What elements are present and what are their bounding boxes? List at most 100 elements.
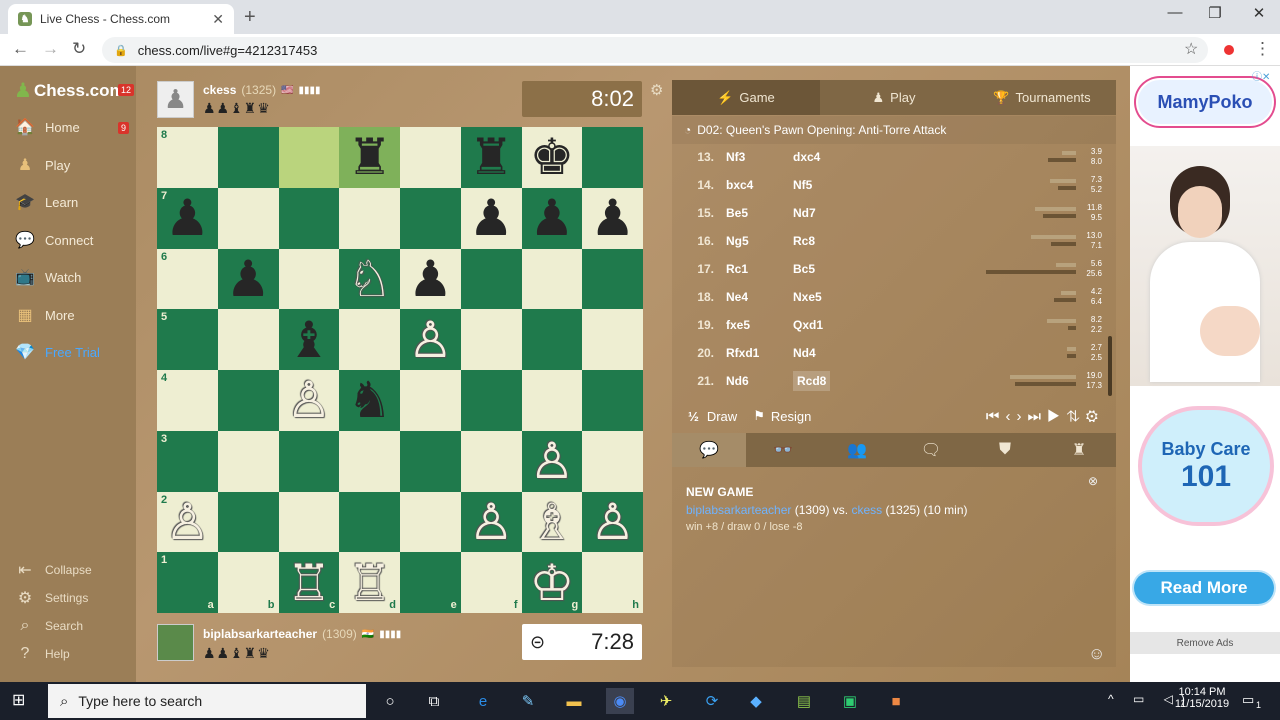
cortana-icon[interactable]: ○ bbox=[376, 688, 404, 714]
opening-name[interactable]: ◔ D02: Queen's Pawn Opening: Anti-Torre … bbox=[672, 116, 1116, 144]
black-move[interactable]: Rc8 bbox=[789, 234, 864, 248]
taskbar-search[interactable]: ⌕ Type here to search bbox=[48, 684, 366, 718]
board-settings-gear-icon[interactable]: ⚙ bbox=[650, 81, 663, 99]
white-piece-h2[interactable]: ♙ bbox=[590, 497, 635, 547]
ad-info-icon[interactable]: ⓘ✕ bbox=[1252, 68, 1270, 83]
chrome-icon[interactable]: ◉ bbox=[606, 688, 634, 714]
tab-game[interactable]: ⚡ Game bbox=[672, 80, 820, 115]
chat-input[interactable] bbox=[676, 642, 1086, 662]
black-piece-g7[interactable]: ♟ bbox=[529, 193, 574, 243]
square-c3[interactable] bbox=[278, 430, 340, 492]
black-piece-d8[interactable]: ♜ bbox=[347, 132, 392, 182]
white-move[interactable]: Nf3 bbox=[714, 150, 789, 164]
square-a8[interactable]: 8 bbox=[157, 127, 218, 188]
square-h1[interactable]: h bbox=[582, 552, 643, 613]
square-a1[interactable]: 1a bbox=[157, 552, 218, 613]
black-move[interactable]: Bc5 bbox=[789, 262, 864, 276]
standings-tab-icon[interactable]: ⛊ bbox=[968, 433, 1042, 467]
black-move[interactable]: Rcd8 bbox=[789, 371, 864, 391]
draw-button[interactable]: Draw bbox=[707, 409, 737, 424]
browser-tab[interactable]: ♞ Live Chess - Chess.com ✕ bbox=[8, 4, 234, 34]
square-b8[interactable] bbox=[217, 127, 279, 188]
square-a7[interactable]: 7 ♟ bbox=[157, 187, 218, 249]
forward-icon[interactable]: → bbox=[42, 39, 59, 59]
app-icon[interactable]: ✈ bbox=[652, 688, 680, 714]
messages-tab-icon[interactable]: 🗨 bbox=[894, 433, 968, 467]
white-piece-g3[interactable]: ♙ bbox=[529, 436, 574, 486]
white-move[interactable]: Nd6 bbox=[714, 374, 789, 388]
chess-board[interactable]: 8 ♜ ♜ ♚ 7 ♟ ♟ ♟ ♟ 6 ♟ ♘ ♟ 5 ♝ ♙ 4 ♙ ♞ 3 ♙ 2 ♙ ♙ ♗ ♙ 1 a b c ♖ d ♖ e f g ♔ h bbox=[157, 127, 643, 613]
reload-icon[interactable]: ↻ bbox=[72, 39, 86, 59]
sidebar-search[interactable]: ⌕ Search bbox=[14, 617, 84, 635]
sidebar-item-home[interactable]: 🏠 Home bbox=[14, 118, 80, 136]
black-move[interactable]: Nd7 bbox=[789, 206, 864, 220]
white-piece-d6[interactable]: ♘ bbox=[347, 254, 392, 304]
sidebar-item-watch[interactable]: 📺 Watch bbox=[14, 268, 81, 286]
white-piece-e5[interactable]: ♙ bbox=[408, 315, 453, 365]
resign-button[interactable]: Resign bbox=[771, 409, 811, 424]
black-piece-d4[interactable]: ♞ bbox=[347, 375, 392, 425]
move-list-scrollbar[interactable] bbox=[1108, 336, 1112, 396]
square-e7[interactable] bbox=[400, 187, 461, 249]
square-h5[interactable] bbox=[582, 309, 643, 370]
top-player-avatar[interactable]: ♟ bbox=[157, 81, 194, 118]
chess-logo[interactable]: ♟ Chess.com bbox=[14, 78, 125, 103]
app-icon[interactable]: ■ bbox=[882, 688, 910, 714]
square-f4[interactable] bbox=[460, 370, 522, 431]
white-move[interactable]: Rfxd1 bbox=[714, 346, 789, 360]
square-b3[interactable] bbox=[217, 430, 279, 492]
remove-ads-link[interactable]: Remove Ads bbox=[1130, 632, 1280, 654]
square-h2[interactable]: ♙ bbox=[582, 491, 643, 553]
windows-start-icon[interactable]: ⊞ bbox=[12, 690, 25, 710]
square-b2[interactable] bbox=[217, 491, 279, 553]
white-piece-a2[interactable]: ♙ bbox=[165, 497, 210, 547]
play-icon[interactable]: ▶ bbox=[1047, 408, 1066, 425]
tab-play[interactable]: ♟ Play bbox=[820, 80, 968, 115]
square-a3[interactable]: 3 bbox=[157, 430, 218, 492]
square-d8[interactable]: ♜ bbox=[339, 127, 400, 188]
top-player-info[interactable]: ckess (1325) 🇺🇸 ▮▮▮▮ bbox=[203, 83, 321, 97]
games-tab-icon[interactable]: ♜ bbox=[1042, 433, 1116, 467]
sidebar-item-play[interactable]: ♟ Play bbox=[14, 156, 70, 174]
first-move-icon[interactable]: ⏮ bbox=[986, 408, 1006, 425]
last-move-icon[interactable]: ⏭ bbox=[1027, 408, 1047, 425]
square-c5[interactable]: ♝ bbox=[278, 309, 340, 370]
app-icon[interactable]: ▣ bbox=[836, 688, 864, 714]
white-piece-c1[interactable]: ♖ bbox=[286, 558, 331, 608]
back-icon[interactable]: ← bbox=[12, 39, 29, 59]
advertisement[interactable]: MamyPoko Baby Care 101 Read More ⓘ✕ bbox=[1130, 66, 1280, 632]
next-move-icon[interactable]: › bbox=[1016, 408, 1027, 425]
observers-tab-icon[interactable]: 👓 bbox=[746, 433, 820, 467]
square-g1[interactable]: g ♔ bbox=[521, 552, 583, 613]
black-piece-g8[interactable]: ♚ bbox=[529, 132, 574, 182]
prev-move-icon[interactable]: ‹ bbox=[1005, 408, 1016, 425]
black-piece-a7[interactable]: ♟ bbox=[165, 193, 210, 243]
notification-icon[interactable]: ▭ bbox=[1242, 692, 1254, 708]
square-e6[interactable]: ♟ bbox=[400, 248, 461, 310]
square-c7[interactable] bbox=[278, 187, 340, 249]
square-f2[interactable]: ♙ bbox=[460, 491, 522, 553]
black-move[interactable]: dxc4 bbox=[789, 150, 864, 164]
white-move[interactable]: Be5 bbox=[714, 206, 789, 220]
menu-icon[interactable]: ⋮ bbox=[1254, 39, 1271, 59]
square-e1[interactable]: e bbox=[400, 552, 461, 613]
close-tab-icon[interactable]: ✕ bbox=[212, 11, 224, 28]
emoji-icon[interactable]: ☺ bbox=[1088, 644, 1105, 664]
square-g6[interactable] bbox=[521, 248, 583, 310]
chat-player2-link[interactable]: ckess bbox=[851, 503, 882, 517]
task-view-icon[interactable]: ⧉ bbox=[420, 688, 448, 714]
app-icon[interactable]: ✎ bbox=[514, 688, 542, 714]
square-c1[interactable]: c ♖ bbox=[278, 552, 340, 613]
white-piece-g1[interactable]: ♔ bbox=[529, 558, 574, 608]
square-f8[interactable]: ♜ bbox=[460, 127, 522, 188]
bookmark-star-icon[interactable]: ☆ bbox=[1184, 39, 1198, 59]
square-e3[interactable] bbox=[400, 430, 461, 492]
square-h3[interactable] bbox=[582, 430, 643, 492]
square-e2[interactable] bbox=[400, 491, 461, 553]
square-h6[interactable] bbox=[582, 248, 643, 310]
sidebar-item-learn[interactable]: 🎓 Learn bbox=[14, 193, 78, 211]
players-tab-icon[interactable]: 👥 bbox=[820, 433, 894, 467]
square-f6[interactable] bbox=[460, 248, 522, 310]
black-move[interactable]: Nxe5 bbox=[789, 290, 864, 304]
new-tab-icon[interactable]: + bbox=[244, 6, 256, 29]
